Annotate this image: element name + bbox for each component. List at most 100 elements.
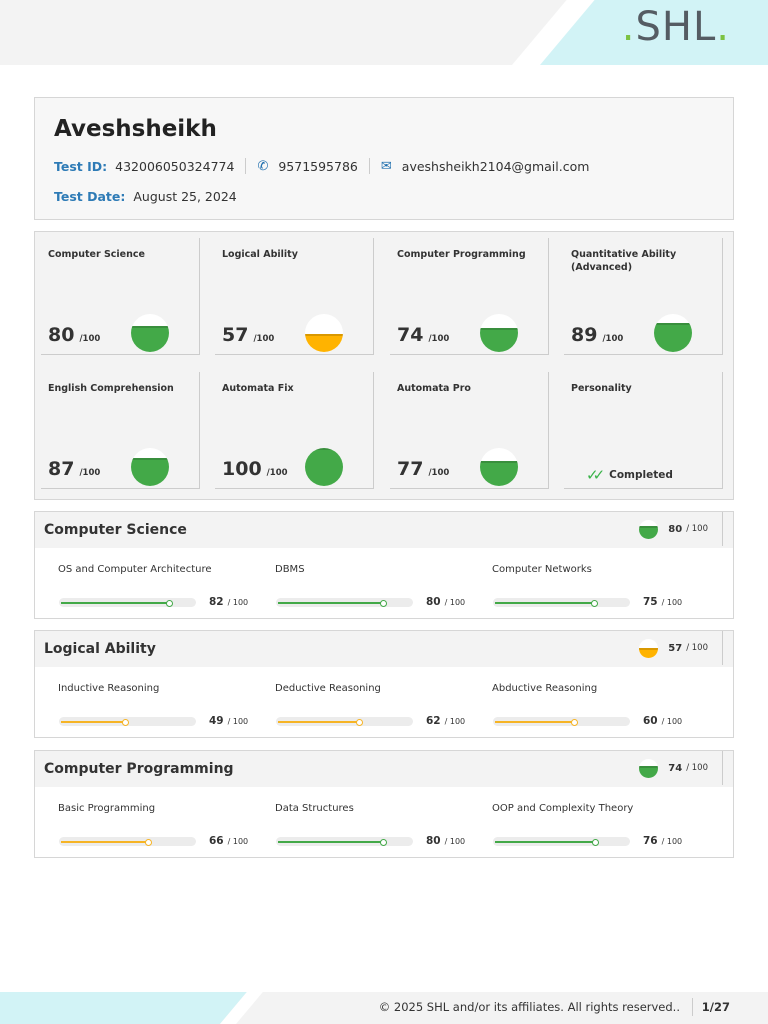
score-gauge (131, 314, 169, 352)
section-computer-science: Computer Science 80/ 100 OS and Computer A… (34, 511, 734, 619)
score-max: /100 (79, 334, 101, 344)
progress-bar (493, 598, 630, 607)
page-number: 1/27 (701, 1000, 730, 1014)
progress-bar (59, 717, 196, 726)
card-score: 77/100 (397, 458, 449, 480)
gauge-fill (305, 333, 343, 352)
section-title: Computer Science (44, 522, 187, 538)
card-title: Automata Pro (397, 383, 471, 394)
subskill: DBMS 80/ 100 (275, 564, 485, 608)
score-value: 62 (426, 715, 441, 727)
subskill-score: 49/ 100 (209, 715, 248, 727)
subskill-name: OS and Computer Architecture (58, 564, 212, 575)
score-value: 75 (643, 596, 658, 608)
progress-knob (144, 838, 152, 846)
gauge-fill (131, 457, 169, 486)
score-max: / 100 (661, 837, 683, 846)
score-max: / 100 (444, 837, 466, 846)
card-title: Personality (571, 383, 632, 394)
score-gauge (639, 758, 659, 778)
score-max: / 100 (661, 717, 683, 726)
gauge-fill (480, 461, 518, 486)
card-title: Automata Fix (222, 383, 294, 394)
score-max: /100 (253, 334, 275, 344)
card-score: 87/100 (48, 458, 100, 480)
divider (692, 998, 693, 1016)
subskill-score: 80/ 100 (426, 835, 465, 847)
page-footer: © 2025 SHL and/or its affiliates. All ri… (0, 992, 768, 1024)
section-score: 74/ 100 (639, 751, 723, 785)
gauge-fill (305, 448, 343, 486)
progress-fill (278, 721, 361, 723)
score-card: Automata Pro 77/100 (390, 372, 549, 489)
subskill-score: 60/ 100 (643, 715, 682, 727)
score-max: / 100 (227, 837, 249, 846)
score-max: / 100 (227, 598, 249, 607)
section-score: 57/ 100 (639, 631, 723, 665)
card-title: Quantitative Ability (Advanced) (571, 249, 677, 273)
subskill: Basic Programming 66/ 100 (58, 803, 268, 847)
subskill-name: Deductive Reasoning (275, 683, 381, 694)
email[interactable]: aveshsheikh2104@gmail.com (402, 159, 590, 174)
progress-fill (495, 841, 597, 843)
gauge-fill (639, 525, 659, 539)
envelope-icon: ✉ (380, 158, 392, 174)
score-card: Personality ✓✓ Completed (564, 372, 723, 489)
score-gauge (480, 448, 518, 486)
score-value: 80 (668, 523, 683, 535)
subskill-name: Inductive Reasoning (58, 683, 160, 694)
status-text: Completed (609, 469, 673, 481)
card-title: Computer Science (48, 249, 145, 260)
footer-decoration (0, 992, 247, 1024)
score-gauge (639, 519, 659, 539)
section-title: Logical Ability (44, 641, 156, 657)
progress-knob (590, 599, 598, 607)
score-max: / 100 (444, 717, 466, 726)
subskill: Data Structures 80/ 100 (275, 803, 485, 847)
section-header: Logical Ability 57/ 100 (35, 631, 733, 667)
score-max: /100 (79, 468, 101, 478)
score-gauge (639, 638, 659, 658)
score-card: Computer Science 80/100 (41, 238, 200, 355)
subskill-name: Computer Networks (492, 564, 592, 575)
score-max: / 100 (686, 524, 708, 534)
subskill-score: 62/ 100 (426, 715, 465, 727)
score-max: /100 (602, 334, 624, 344)
score-value: 89 (571, 324, 598, 346)
score-value: 60 (643, 715, 658, 727)
divider (368, 158, 370, 174)
score-card: Automata Fix 100/100 (215, 372, 374, 489)
section-logical-ability: Logical Ability 57/ 100 Inductive Reasonin… (34, 630, 734, 738)
score-value: 74 (668, 762, 683, 774)
section-header: Computer Science 80/ 100 (35, 512, 733, 548)
score-gauge (131, 448, 169, 486)
section-computer-programming: Computer Programming 74/ 100 Basic Program… (34, 750, 734, 858)
progress-fill (61, 721, 127, 723)
gauge-fill (639, 765, 659, 778)
score-max: /100 (266, 468, 288, 478)
gauge-fill (639, 648, 659, 658)
gauge-fill (480, 328, 518, 352)
progress-bar (493, 837, 630, 846)
subskill: Deductive Reasoning 62/ 100 (275, 683, 485, 727)
progress-knob (166, 599, 174, 607)
card-score: 100/100 (222, 458, 288, 480)
completed-status: ✓✓ Completed (586, 466, 673, 484)
candidate-profile: Aveshsheikh Test ID: 432006050324774 ✆ 9… (34, 97, 734, 220)
card-title: Logical Ability (222, 249, 298, 260)
progress-fill (278, 841, 385, 843)
gauge-fill (131, 326, 169, 352)
subskill-name: Abductive Reasoning (492, 683, 598, 694)
progress-knob (592, 838, 600, 846)
test-id: 432006050324774 (115, 158, 235, 174)
phone-icon: ✆ (257, 158, 269, 174)
subskill: OOP and Complexity Theory 76/ 100 (492, 803, 702, 847)
score-max: / 100 (444, 598, 466, 607)
divider (245, 158, 247, 174)
subskill-score: 82/ 100 (209, 596, 248, 608)
card-score: 74/100 (397, 324, 449, 346)
score-value: 100 (222, 458, 262, 480)
page-header: .SHL. (0, 0, 768, 65)
test-id-label: Test ID: (54, 158, 108, 174)
score-value: 57 (668, 642, 683, 654)
